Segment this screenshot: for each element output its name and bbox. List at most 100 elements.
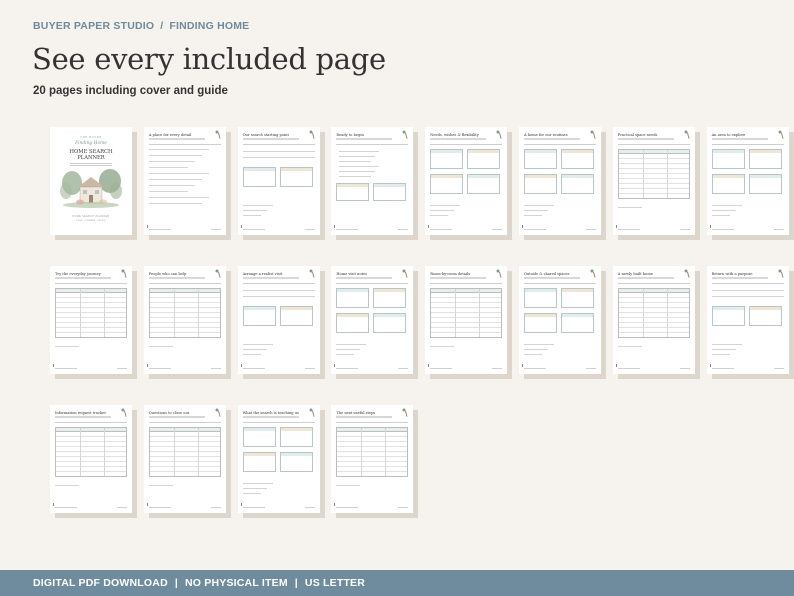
note-box <box>467 174 501 194</box>
page-thumbnail[interactable]: Try the everyday journey <box>50 266 132 374</box>
page-thumbnail-subtext <box>336 416 393 418</box>
page-header-rule <box>430 144 503 145</box>
note-box <box>279 427 313 447</box>
note-box <box>467 149 501 169</box>
pencil-flower-icon <box>778 130 784 139</box>
page-thumbnail-subtext <box>430 138 487 140</box>
page-thumbnail[interactable]: Questions to close out <box>143 405 226 513</box>
page-thumbnail-title: Questions to close out <box>148 411 190 415</box>
page-thumbnail[interactable]: Outside & shared spaces <box>518 266 601 374</box>
page-thumbnail[interactable]: Room-by-room details <box>425 266 508 374</box>
page-thumbnail[interactable]: An area to explore <box>706 127 789 235</box>
note-box <box>523 149 557 169</box>
breadcrumb-separator: / <box>160 20 164 32</box>
page-thumbnail[interactable]: Practical space needs <box>612 127 695 235</box>
pencil-flower-icon <box>121 269 127 278</box>
page-thumbnail-subtext <box>711 277 768 279</box>
note-box <box>711 174 745 194</box>
page-thumbnail-title: A place for every detail <box>148 133 192 137</box>
page-header-rule <box>523 283 596 284</box>
note-box <box>523 313 557 333</box>
pencil-flower-icon <box>215 408 221 417</box>
house-illustration <box>60 169 122 208</box>
note-box <box>242 306 276 326</box>
page-thumbnail-title: Needs, wishes & flexibility <box>430 133 479 137</box>
footer-item-shipping: NO PHYSICAL ITEM <box>185 577 288 589</box>
page-thumbnail-title: Our search starting point <box>242 133 289 137</box>
page-footer <box>617 229 690 230</box>
page-subtitle: 20 pages including cover and guide <box>33 85 228 97</box>
page-thumbnail-title: Practical space needs <box>617 133 658 137</box>
cover-main-title: HOME SEARCH PLANNER <box>50 149 132 161</box>
pencil-flower-icon <box>778 269 784 278</box>
page-thumbnail[interactable]: Home visit notes <box>331 266 414 374</box>
page-thumbnail[interactable]: Return with a purpose <box>706 266 789 374</box>
footer-separator: | <box>294 577 298 589</box>
page-footer <box>617 368 690 369</box>
breadcrumb-section[interactable]: FINDING HOME <box>169 20 249 32</box>
pencil-flower-icon <box>309 408 315 417</box>
page-header-rule <box>617 144 690 145</box>
page-thumbnail-title: Information request tracker <box>55 411 107 415</box>
page-thumbnail[interactable]: A newly built home <box>612 266 695 374</box>
note-box <box>748 174 782 194</box>
note-box <box>279 167 313 187</box>
page-thumbnail-title: An area to explore <box>711 133 746 137</box>
page-header-rule <box>242 422 315 423</box>
page-thumbnail[interactable]: People who can help <box>143 266 226 374</box>
page-footer <box>711 229 784 230</box>
page-footer <box>148 368 221 369</box>
page-footer <box>336 229 409 230</box>
page-header-rule <box>242 283 315 284</box>
page-thumbnail-subtext <box>617 277 674 279</box>
pencil-flower-icon <box>309 269 315 278</box>
note-box <box>336 288 370 308</box>
note-box <box>279 306 313 326</box>
note-box <box>242 427 276 447</box>
note-box <box>748 149 782 169</box>
page-header-rule <box>336 422 409 423</box>
pencil-flower-icon <box>590 130 596 139</box>
page-footer <box>336 507 409 508</box>
page-header-rule <box>55 283 127 284</box>
page-thumbnail-subtext <box>242 277 299 279</box>
pencil-flower-icon <box>402 130 408 139</box>
pencil-flower-icon <box>496 130 502 139</box>
page-thumbnail-title: Home visit notes <box>336 272 368 276</box>
page-thumbnail-title: The next useful steps <box>336 411 376 415</box>
footer-banner: DIGITAL PDF DOWNLOAD | NO PHYSICAL ITEM | US… <box>0 570 794 596</box>
page-thumbnail[interactable]: Needs, wishes & flexibility <box>425 127 508 235</box>
page-thumbnail-title: A newly built home <box>617 272 653 276</box>
page-thumbnail[interactable]: Ready to begin <box>331 127 414 235</box>
page-header-rule <box>336 283 409 284</box>
page-title: See every included page <box>32 42 386 76</box>
page-thumbnail[interactable]: What the search is teaching us <box>237 405 320 513</box>
page-header-rule <box>711 144 784 145</box>
page-footer <box>148 507 221 508</box>
page-thumbnail-subtext <box>523 277 580 279</box>
cover-bottom-line2: PLAN · COMPARE · DECIDE <box>76 220 106 222</box>
breadcrumb-brand[interactable]: BUYER PAPER STUDIO <box>33 20 154 32</box>
page-thumbnail[interactable]: The next useful steps <box>331 405 414 513</box>
page-header-rule <box>617 283 690 284</box>
planner-table <box>617 288 690 338</box>
cover-title-line2: PLANNER <box>77 155 105 162</box>
note-box <box>242 167 276 187</box>
page-thumbnail[interactable]: A place for every detail <box>143 127 226 235</box>
page-footer <box>430 368 503 369</box>
pencil-flower-icon <box>309 130 315 139</box>
planner-table <box>148 288 221 338</box>
cover-thumbnail[interactable]: THE BUYER Finding Home HOME SEARCH PLANN… <box>50 127 132 235</box>
page-thumbnail[interactable]: Our search starting point <box>237 127 320 235</box>
page-thumbnail[interactable]: Information request tracker <box>50 405 132 513</box>
planner-table <box>617 149 690 199</box>
page-thumbnail-subtext <box>242 138 299 140</box>
note-box <box>242 452 276 472</box>
page-footer <box>148 229 221 230</box>
page-thumbnail[interactable]: Arrange a realist visit <box>237 266 320 374</box>
page-header-rule <box>523 144 596 145</box>
note-box <box>373 288 407 308</box>
page-thumbnail-subtext <box>148 277 205 279</box>
page-thumbnail[interactable]: A home for our routines <box>518 127 601 235</box>
page-footer <box>336 368 409 369</box>
